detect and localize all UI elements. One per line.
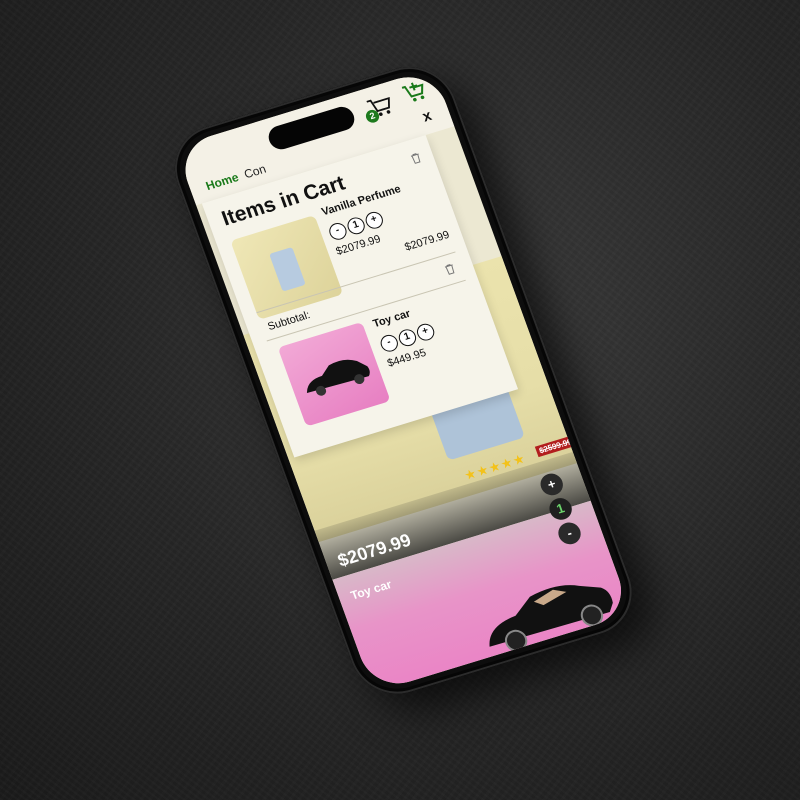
phone-screen: ★★★★★ $2599.99 $2079.99 + 1 - Toy car Ho… [174,67,632,693]
trash-icon [410,153,421,164]
cart-item-name: Toy car [371,307,413,331]
increase-qty-button[interactable]: + [414,321,437,343]
decrease-qty-button[interactable]: - [326,220,349,242]
line-total: $2079.99 [403,228,452,254]
close-cart-button[interactable]: x [420,107,434,125]
nav-contact-link[interactable]: Con [242,162,268,182]
cart-button[interactable]: 2 [364,92,397,125]
remove-item-button[interactable] [443,263,456,276]
increase-qty-button[interactable]: + [363,209,386,231]
perfume-thumbnail [230,215,344,320]
toy-car-icon [306,359,370,396]
add-to-cart-icon [401,82,425,102]
quantity-value: 1 [345,215,368,237]
quantity-value: 1 [396,327,419,349]
toy-car-thumbnail [277,321,391,427]
add-to-cart-button[interactable] [399,78,430,108]
decrease-qty-button[interactable]: - [378,332,401,354]
nav-home-link[interactable]: Home [204,170,241,193]
remove-item-button[interactable] [409,152,422,165]
trash-icon [444,263,455,275]
